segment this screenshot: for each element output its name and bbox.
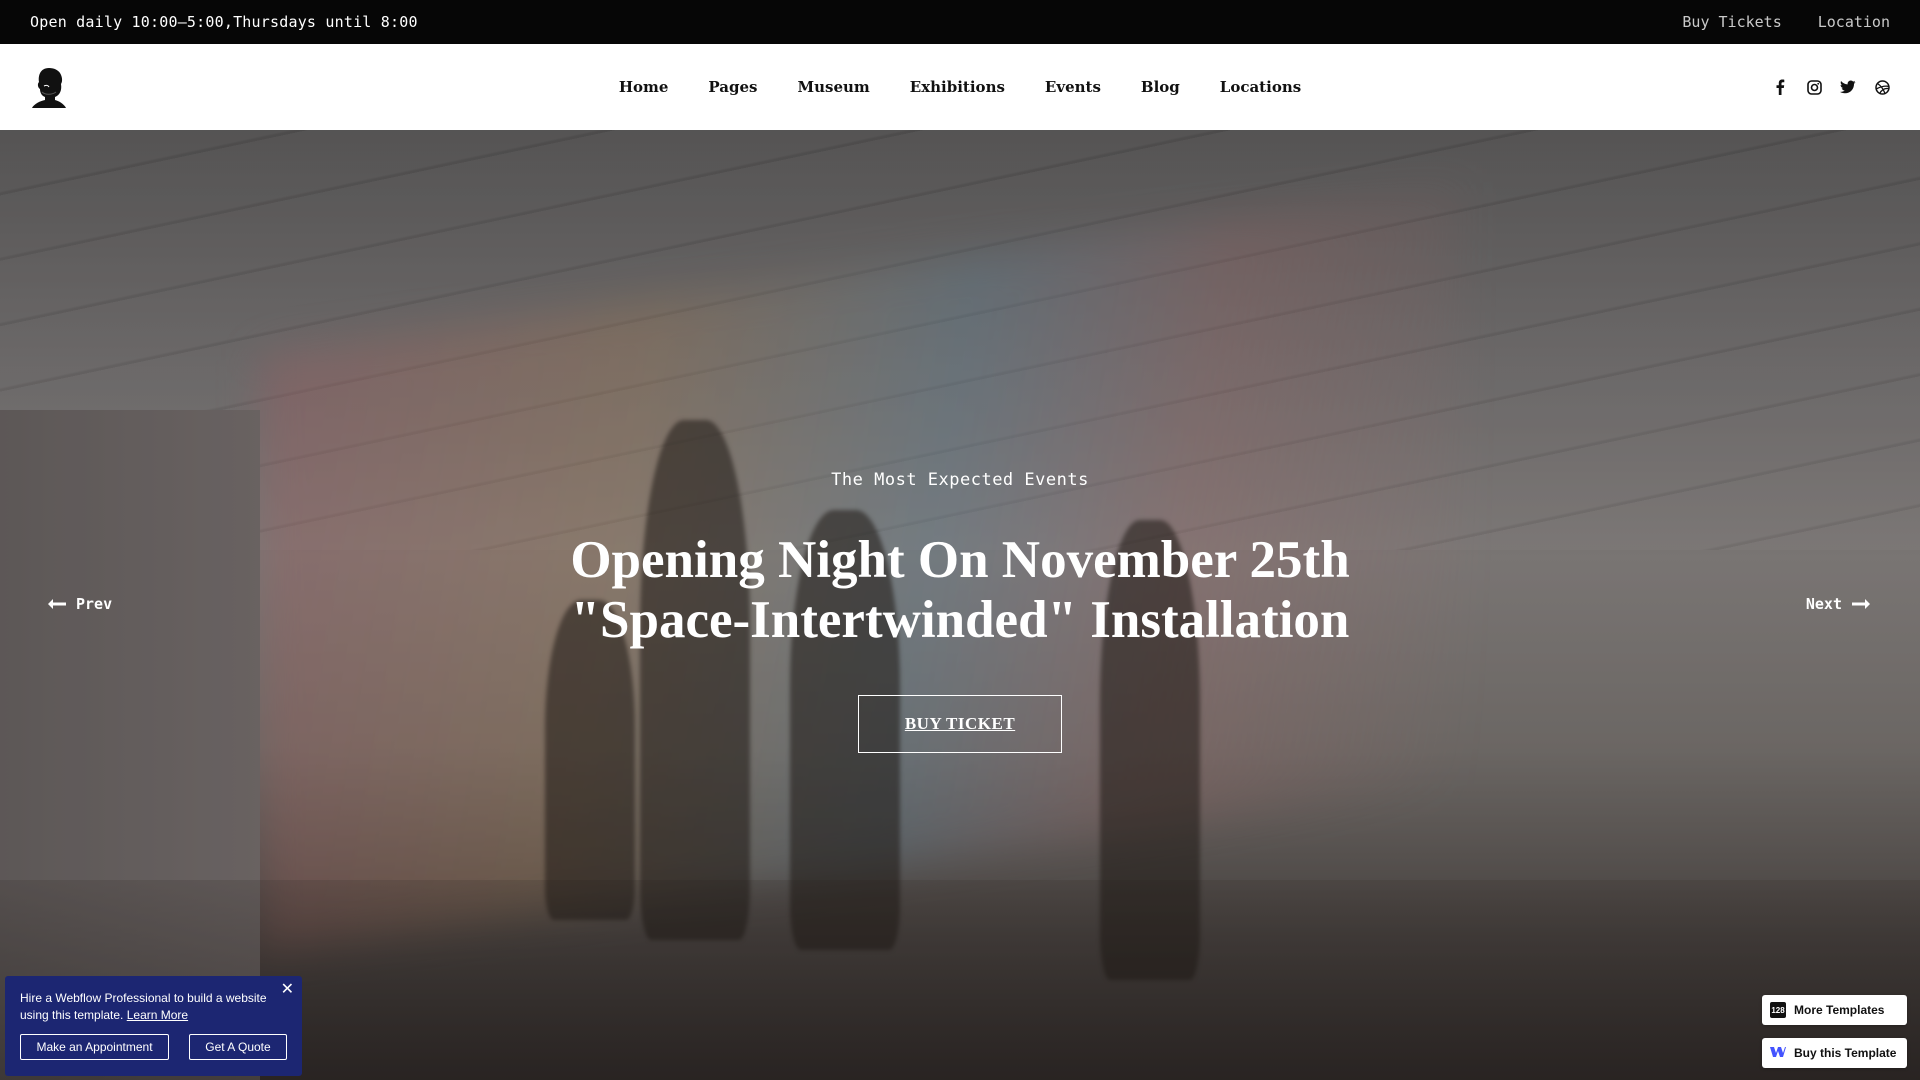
templates-icon: 128 xyxy=(1770,1002,1786,1018)
slider-next-button[interactable]: Next xyxy=(1806,595,1870,613)
location-link[interactable]: Location xyxy=(1818,13,1890,31)
buy-ticket-button[interactable]: BUY TICKET xyxy=(858,695,1062,753)
instagram-icon[interactable] xyxy=(1806,79,1822,95)
learn-more-link[interactable]: Learn More xyxy=(127,1008,188,1022)
buy-template-button[interactable]: Buy this Template xyxy=(1762,1038,1907,1068)
slider-next-label: Next xyxy=(1805,595,1842,613)
hero-title: Opening Night On November 25th "Space-In… xyxy=(570,530,1349,650)
buy-tickets-link[interactable]: Buy Tickets xyxy=(1682,13,1781,31)
hire-webflow-popup: ✕ Hire a Webflow Professional to build a… xyxy=(5,976,302,1076)
webflow-logo-icon xyxy=(1770,1046,1786,1061)
buy-template-label: Buy this Template xyxy=(1794,1046,1897,1060)
arrow-right-icon xyxy=(1852,599,1870,609)
nav-blog[interactable]: Blog xyxy=(1141,78,1180,96)
close-icon[interactable]: ✕ xyxy=(281,981,294,998)
top-links: Buy Tickets Location xyxy=(1682,13,1890,31)
make-appointment-button[interactable]: Make an Appointment xyxy=(20,1034,169,1060)
primary-nav: Home Pages Museum Exhibitions Events Blo… xyxy=(0,44,1920,130)
twitter-icon[interactable] xyxy=(1840,79,1856,95)
more-templates-button[interactable]: 128 More Templates xyxy=(1762,995,1907,1025)
slider-prev-button[interactable]: Prev xyxy=(48,595,112,613)
get-quote-button[interactable]: Get A Quote xyxy=(189,1034,287,1060)
nav-events[interactable]: Events xyxy=(1045,78,1101,96)
hero-slider: The Most Expected Events Opening Night O… xyxy=(0,130,1920,1080)
social-links xyxy=(1772,44,1890,130)
top-bar: Open daily 10:00–5:00,Thursdays until 8:… xyxy=(0,0,1920,44)
opening-hours: Open daily 10:00–5:00,Thursdays until 8:… xyxy=(30,13,418,31)
nav-home[interactable]: Home xyxy=(619,78,669,96)
slider-prev-label: Prev xyxy=(76,595,113,613)
main-navbar: Home Pages Museum Exhibitions Events Blo… xyxy=(0,44,1920,130)
nav-locations[interactable]: Locations xyxy=(1220,78,1301,96)
dribbble-icon[interactable] xyxy=(1874,79,1890,95)
hero-title-line-1: Opening Night On November 25th xyxy=(570,531,1350,589)
more-templates-label: More Templates xyxy=(1794,1003,1885,1017)
arrow-left-icon xyxy=(48,599,66,609)
hero-content: The Most Expected Events Opening Night O… xyxy=(0,130,1920,1080)
popup-buttons: Make an Appointment Get A Quote xyxy=(20,1034,287,1060)
popup-text: Hire a Webflow Professional to build a w… xyxy=(20,990,287,1024)
site-logo[interactable] xyxy=(30,64,68,110)
facebook-icon[interactable] xyxy=(1772,79,1788,95)
nav-exhibitions[interactable]: Exhibitions xyxy=(910,78,1005,96)
hero-title-line-2: "Space-Intertwinded" Installation xyxy=(570,591,1350,649)
hero-subtitle: The Most Expected Events xyxy=(831,470,1089,490)
nav-museum[interactable]: Museum xyxy=(797,78,869,96)
nav-pages[interactable]: Pages xyxy=(708,78,757,96)
